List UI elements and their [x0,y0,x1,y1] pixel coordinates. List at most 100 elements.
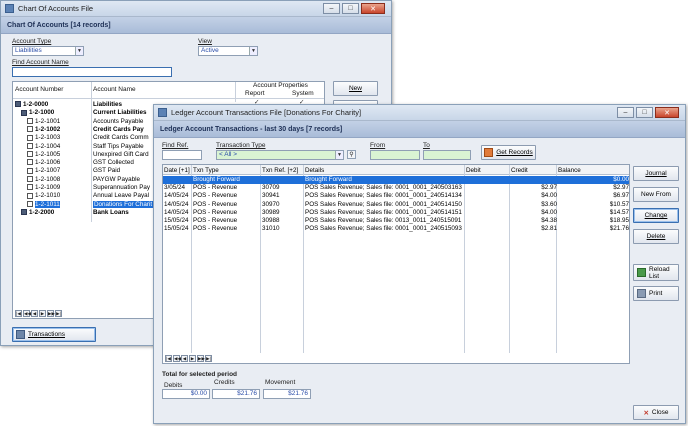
tree-row[interactable]: 1-2-1001 Accounts Payable [13,118,163,126]
close-button[interactable]: ✕ Close [633,405,679,420]
cell-date: 3/05/24 [164,184,186,192]
close-icon[interactable]: ✕ [361,3,385,14]
column-header[interactable]: Details [305,167,324,174]
checkbox-icon[interactable] [27,117,33,124]
tree-row[interactable]: 1-2-1008 PAYGW Payable [13,176,163,184]
next-page-icon[interactable]: ▶▶ [197,355,205,362]
minimize-icon[interactable]: – [617,107,634,118]
checkbox-icon[interactable] [27,192,33,199]
checkbox-icon[interactable] [27,151,33,158]
next-page-icon[interactable]: ▶▶ [47,310,55,317]
tree-row[interactable]: 1-2-1002 Credit Cards Pay [13,126,163,134]
first-page-icon[interactable]: |◀ [15,310,22,317]
checkbox-icon[interactable] [27,200,33,207]
transactions-button[interactable]: Transactions [12,327,96,342]
cell-balance: $21.76 [609,225,629,233]
column-header[interactable]: Date [+1] [164,167,190,174]
tree-row[interactable]: 1-2-1004 Staff Tips Payable [13,143,163,151]
chart-of-accounts-titlebar[interactable]: Chart Of Accounts File – □ ✕ [1,1,391,17]
table-nav-bar: |◀ ◀◀ ◀ ▶ ▶▶ ▶| [165,355,212,362]
next-icon[interactable]: ▶ [39,310,46,317]
tree-row[interactable]: 1-2-1010 Annual Leave Payal [13,192,163,200]
journal-button[interactable]: Journal [633,166,679,181]
checkbox-icon[interactable] [27,159,33,166]
table-row[interactable]: 3/05/24 POS - Revenue 30709 POS Sales Reven… [163,184,629,192]
table-row[interactable]: 14/05/24 POS - Revenue 30989 POS Sales Reve… [163,209,629,217]
tree-row[interactable]: 1-2-2000 Bank Loans [13,209,163,217]
delete-button[interactable]: Delete [633,229,679,244]
new-from-button[interactable]: New From [633,187,679,202]
find-account-input[interactable] [12,67,172,77]
checkbox-icon[interactable] [27,176,33,183]
table-row[interactable]: 14/05/24 POS - Revenue 30941 POS Sales Reve… [163,192,629,200]
prev-icon[interactable]: ◀ [181,355,188,362]
prev-icon[interactable]: ◀ [31,310,38,317]
account-type-label: Account Type [12,38,52,45]
column-header[interactable]: Balance [558,167,581,174]
checkbox-icon[interactable] [27,142,33,149]
prev-page-icon[interactable]: ◀◀ [173,355,181,362]
minimize-icon[interactable]: – [323,3,340,14]
cell-credit: $2.97 [541,184,557,192]
close-icon[interactable]: ✕ [655,107,679,118]
checkbox-icon[interactable] [27,167,33,174]
tree-row[interactable]: 1-2-1009 Superannuation Pay [13,184,163,192]
first-page-icon[interactable]: |◀ [165,355,172,362]
tree-row[interactable]: 1-2-1011 Donations For Charit [13,200,163,209]
account-name: Credit Cards Pay [93,125,144,133]
to-date-input[interactable] [423,150,471,160]
totals-label: Total for selected period [162,371,238,378]
account-number-text: 1-2-2000 [29,208,55,216]
reload-icon [637,268,646,277]
column-header[interactable]: Txn Type [193,167,219,174]
tree-row[interactable]: 1-2-1007 GST Paid [13,167,163,175]
last-page-icon[interactable]: ▶| [55,310,62,317]
new-button[interactable]: New [333,81,378,96]
account-type-select[interactable]: Liabilities ▼ [12,46,84,56]
checkbox-icon[interactable] [27,184,33,191]
tree-row[interactable]: 1-2-1003 Credit Cards Comm [13,134,163,142]
find-ref-input[interactable] [162,150,202,160]
chevron-down-icon[interactable]: ▼ [335,151,343,159]
column-header[interactable]: Txn Ref. [+2] [262,167,298,174]
tree-row[interactable]: 1-2-1005 Unexpired Gift Card [13,151,163,159]
tree-row[interactable]: 1-2-1006 GST Collected [13,159,163,167]
folder-icon[interactable] [15,101,21,108]
checkbox-icon[interactable] [27,134,33,141]
cell-type: POS - Revenue [193,208,238,216]
folder-icon[interactable] [21,109,27,116]
view-select[interactable]: Active ▼ [198,46,258,56]
table-row[interactable]: 15/05/24 POS - Revenue 31010 POS Sales Reve… [163,225,629,233]
cell-balance: $10.57 [609,200,629,208]
checkbox-icon[interactable] [27,126,33,133]
cell-credit: $4.00 [541,208,557,216]
txn-type-select[interactable]: < All > ▼ [216,150,344,160]
change-label: Change [644,212,668,219]
maximize-icon[interactable]: □ [636,107,653,118]
print-button[interactable]: Print [633,286,679,301]
cell-details: POS Sales Revenue; Sales file: 0001_0001… [305,225,462,233]
get-records-button[interactable]: Get Records [481,145,536,160]
from-date-input[interactable] [370,150,420,160]
change-button[interactable]: Change [633,208,679,223]
chevron-down-icon[interactable]: ▼ [75,47,83,55]
tree-row[interactable]: 1-2-1000 Current Liabilities [13,109,163,117]
last-page-icon[interactable]: ▶| [205,355,212,362]
tree-row[interactable]: 1-2-0000 Liabilities [13,101,163,109]
column-header[interactable]: Debit [466,167,481,174]
search-icon[interactable]: ⚲ [347,150,356,159]
folder-icon[interactable] [21,209,27,216]
chevron-down-icon[interactable]: ▼ [249,47,257,55]
maximize-icon[interactable]: □ [342,3,359,14]
table-row[interactable]: Brought Forward Brought Forward $0.00 [163,176,629,184]
table-row[interactable]: 15/05/24 POS - Revenue 30988 POS Sales Reve… [163,217,629,225]
reload-list-button[interactable]: Reload List [633,264,679,281]
cell-details: POS Sales Revenue; Sales file: 0013_0011… [305,217,462,224]
ledger-titlebar[interactable]: Ledger Account Transactions File [Donati… [154,105,685,121]
account-number: 1-2-1010 [27,192,60,199]
prev-page-icon[interactable]: ◀◀ [23,310,31,317]
next-icon[interactable]: ▶ [189,355,196,362]
transactions-table[interactable]: Date [+1] Txn Type Txn Ref. [+2] Details Deb… [162,164,630,364]
column-header[interactable]: Credit [511,167,528,174]
table-row[interactable]: 14/05/24 POS - Revenue 30970 POS Sales Reve… [163,201,629,209]
